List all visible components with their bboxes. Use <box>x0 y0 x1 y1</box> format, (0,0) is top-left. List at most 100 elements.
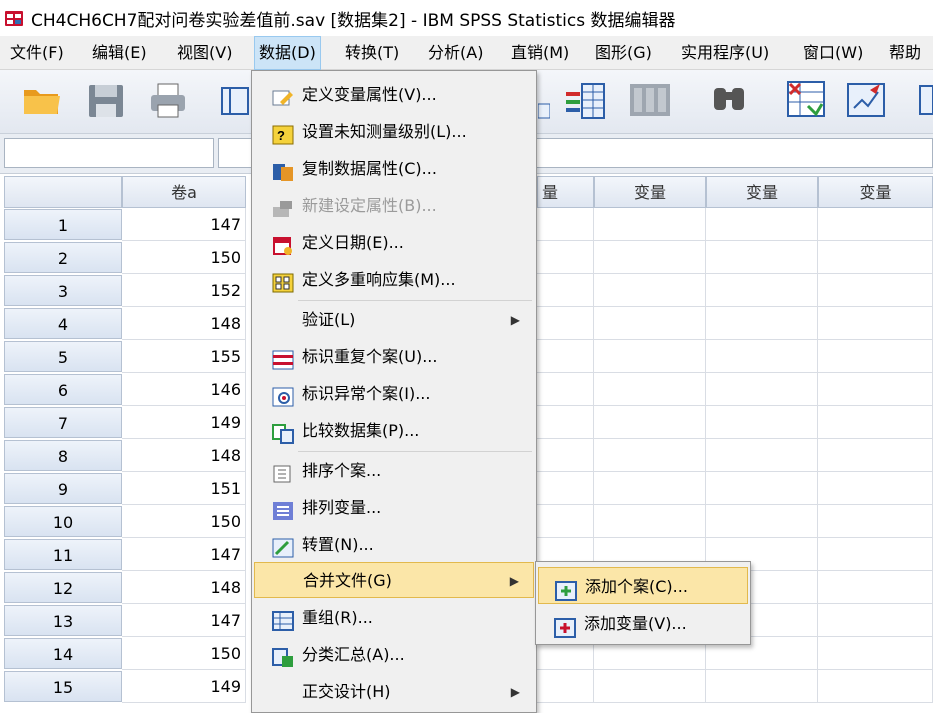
table-cell[interactable]: 150 <box>122 241 246 274</box>
column-header[interactable]: 变量 <box>594 176 706 208</box>
cell-name-field[interactable] <box>4 138 214 168</box>
table-cell[interactable] <box>537 208 594 241</box>
variables-icon[interactable] <box>537 78 551 122</box>
menu-item-define-variable-properties[interactable]: 定义变量属性(V)... <box>254 77 534 113</box>
menu-help[interactable]: 帮助 <box>885 36 925 70</box>
table-cell[interactable] <box>594 340 706 373</box>
columns-icon[interactable] <box>628 78 672 122</box>
table-cell[interactable] <box>818 637 933 670</box>
menu-data[interactable]: 数据(D) <box>254 36 321 70</box>
table-cell[interactable] <box>706 307 818 340</box>
chart-icon[interactable] <box>564 78 608 122</box>
table-cell[interactable]: 148 <box>122 439 246 472</box>
table-cell[interactable] <box>537 373 594 406</box>
table-cell[interactable] <box>706 505 818 538</box>
table-cell[interactable] <box>818 670 933 703</box>
menu-item-aggregate[interactable]: 分类汇总(A)... <box>254 637 534 673</box>
table-cell[interactable] <box>594 274 706 307</box>
table-cell[interactable] <box>706 406 818 439</box>
menu-item-define-dates[interactable]: 定义日期(E)... <box>254 225 534 261</box>
menu-transform[interactable]: 转换(T) <box>341 36 403 70</box>
menu-item-orthogonal-design[interactable]: 正交设计(H) ▶ <box>254 674 534 710</box>
row-header[interactable]: 1 <box>4 209 122 240</box>
menu-edit[interactable]: 编辑(E) <box>88 36 151 70</box>
table-cell[interactable] <box>818 340 933 373</box>
spss-app-icon[interactable] <box>4 8 24 28</box>
row-header[interactable]: 6 <box>4 374 122 405</box>
table-cell[interactable] <box>537 670 594 703</box>
row-header[interactable]: 3 <box>4 275 122 306</box>
table-cell[interactable] <box>706 208 818 241</box>
table-cell[interactable]: 149 <box>122 670 246 703</box>
table-cell[interactable] <box>818 373 933 406</box>
menu-item-sort-cases[interactable]: 排序个案... <box>254 453 534 489</box>
table-cell[interactable]: 155 <box>122 340 246 373</box>
table-cell[interactable]: 147 <box>122 604 246 637</box>
table-cell[interactable] <box>706 373 818 406</box>
menu-item-restructure[interactable]: 重组(R)... <box>254 600 534 636</box>
open-folder-icon[interactable] <box>20 78 64 122</box>
row-header[interactable]: 12 <box>4 572 122 603</box>
insert-cases-icon[interactable] <box>784 78 828 122</box>
menu-utilities[interactable]: 实用程序(U) <box>677 36 773 70</box>
menu-item-identify-unusual-cases[interactable]: 标识异常个案(I)... <box>254 376 534 412</box>
table-cell[interactable] <box>537 406 594 439</box>
table-cell[interactable] <box>594 472 706 505</box>
menu-item-identify-duplicate-cases[interactable]: 标识重复个案(U)... <box>254 339 534 375</box>
row-header[interactable]: 8 <box>4 440 122 471</box>
menu-item-new-custom-attribute[interactable]: 新建设定属性(B)... <box>254 188 534 224</box>
table-cell[interactable] <box>818 604 933 637</box>
row-header[interactable]: 10 <box>4 506 122 537</box>
menu-file[interactable]: 文件(F) <box>6 36 68 70</box>
menu-item-compare-datasets[interactable]: 比较数据集(P)... <box>254 413 534 449</box>
menu-item-add-variables[interactable]: 添加变量(V)... <box>538 605 748 642</box>
menu-analyze[interactable]: 分析(A) <box>424 36 487 70</box>
find-icon[interactable] <box>708 78 752 122</box>
table-cell[interactable]: 147 <box>122 208 246 241</box>
menu-item-transpose[interactable]: 转置(N)... <box>254 527 534 563</box>
table-cell[interactable] <box>594 505 706 538</box>
table-cell[interactable] <box>818 472 933 505</box>
table-cell[interactable]: 151 <box>122 472 246 505</box>
table-cell[interactable] <box>818 406 933 439</box>
table-cell[interactable] <box>818 241 933 274</box>
value-labels-icon[interactable] <box>918 78 933 122</box>
menu-item-merge-files[interactable]: 合并文件(G) ▶ <box>254 562 534 598</box>
row-header[interactable]: 15 <box>4 671 122 702</box>
table-cell[interactable] <box>706 670 818 703</box>
table-cell[interactable] <box>594 307 706 340</box>
table-cell[interactable] <box>706 439 818 472</box>
row-header[interactable]: 7 <box>4 407 122 438</box>
row-header[interactable]: 14 <box>4 638 122 669</box>
menu-item-set-measurement-level[interactable]: ? 设置未知测量级别(L)... <box>254 114 534 150</box>
table-cell[interactable] <box>537 241 594 274</box>
menu-item-validation[interactable]: 验证(L) ▶ <box>254 302 534 338</box>
select-cases-icon[interactable] <box>844 78 888 122</box>
column-header[interactable]: 量 <box>537 176 594 208</box>
row-header[interactable]: 2 <box>4 242 122 273</box>
table-cell[interactable] <box>594 406 706 439</box>
table-cell[interactable] <box>537 439 594 472</box>
table-cell[interactable] <box>818 439 933 472</box>
table-cell[interactable]: 149 <box>122 406 246 439</box>
table-cell[interactable] <box>537 307 594 340</box>
row-header[interactable]: 9 <box>4 473 122 504</box>
column-header[interactable]: 变量 <box>706 176 818 208</box>
dialog-recall-icon[interactable] <box>220 78 250 122</box>
table-cell[interactable]: 148 <box>122 571 246 604</box>
menu-view[interactable]: 视图(V) <box>173 36 236 70</box>
table-cell[interactable]: 150 <box>122 505 246 538</box>
table-cell[interactable] <box>537 274 594 307</box>
table-cell[interactable] <box>706 241 818 274</box>
table-cell[interactable] <box>594 241 706 274</box>
row-header[interactable]: 13 <box>4 605 122 636</box>
row-header[interactable]: 11 <box>4 539 122 570</box>
row-header[interactable]: 4 <box>4 308 122 339</box>
print-icon[interactable] <box>146 78 190 122</box>
table-cell[interactable] <box>818 307 933 340</box>
menu-item-sort-variables[interactable]: 排列变量... <box>254 490 534 526</box>
table-cell[interactable]: 152 <box>122 274 246 307</box>
column-header[interactable]: 变量 <box>818 176 933 208</box>
column-header[interactable]: 卷a <box>122 176 246 208</box>
save-icon[interactable] <box>84 78 128 122</box>
